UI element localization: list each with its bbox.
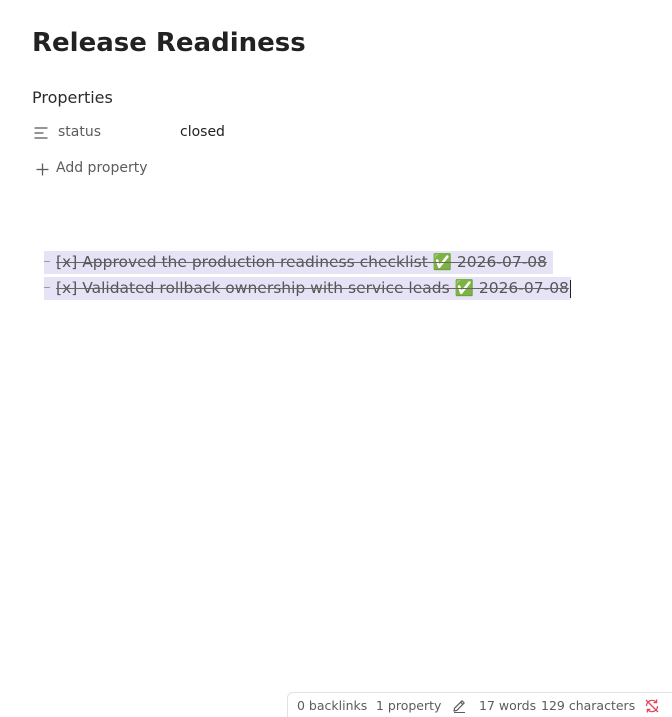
list-dash-marker: [44, 261, 50, 262]
property-value[interactable]: closed: [180, 124, 225, 140]
plus-icon: [36, 163, 49, 176]
properties-count: 1 property: [376, 698, 442, 713]
property-row-status[interactable]: status closed: [32, 122, 292, 144]
backlinks-count[interactable]: 0 backlinks: [297, 698, 367, 713]
note-page: Release Readiness Properties status clos…: [0, 0, 672, 717]
note-title[interactable]: Release Readiness: [32, 28, 306, 58]
completed-task-text: [x] Validated rollback ownership with se…: [56, 279, 569, 297]
text-cursor: [569, 279, 572, 298]
sync-off-icon[interactable]: [644, 698, 660, 714]
list-dash-marker: [44, 287, 50, 288]
properties-heading[interactable]: Properties: [32, 88, 113, 107]
property-key[interactable]: status: [58, 124, 101, 140]
pencil-icon[interactable]: [451, 698, 467, 714]
editor-line[interactable]: [x] Validated rollback ownership with se…: [44, 277, 572, 300]
add-property-button[interactable]: Add property: [34, 158, 164, 180]
character-count: 129 characters: [541, 698, 636, 713]
text-lines-icon: [34, 127, 48, 139]
editor-line[interactable]: [x] Approved the production readiness ch…: [44, 251, 554, 274]
completed-task-text: [x] Approved the production readiness ch…: [56, 253, 548, 271]
add-property-label: Add property: [56, 160, 148, 176]
word-count: 17 words: [479, 698, 537, 713]
status-bar: 0 backlinks 1 property 17 words 129 char…: [287, 692, 672, 717]
